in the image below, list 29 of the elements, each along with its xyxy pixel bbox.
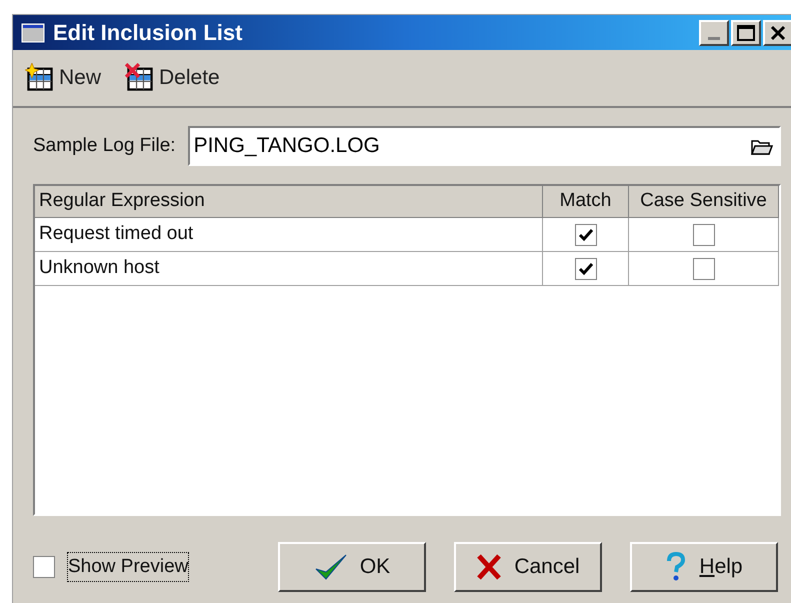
match-checkbox[interactable] <box>574 258 596 280</box>
minimize-button[interactable] <box>699 20 729 46</box>
checkmark-icon <box>314 552 348 582</box>
column-header[interactable]: Case Sensitive <box>629 186 779 217</box>
window-title: Edit Inclusion List <box>53 19 244 47</box>
match-checkbox[interactable] <box>574 224 596 246</box>
cancel-button[interactable]: Cancel <box>454 542 602 592</box>
ok-button[interactable]: OK <box>278 542 426 592</box>
show-preview-label[interactable]: Show Preview <box>67 552 190 582</box>
expression-cell: Unknown host <box>35 252 543 285</box>
delete-button[interactable]: Delete <box>125 62 220 94</box>
close-icon <box>770 24 786 40</box>
cross-icon <box>476 553 502 581</box>
window-icon <box>21 22 45 42</box>
column-header[interactable]: Regular Expression <box>35 186 543 217</box>
column-header[interactable]: Match <box>543 186 629 217</box>
case-sensitive-checkbox[interactable] <box>692 258 714 280</box>
new-table-icon <box>25 63 55 93</box>
expression-cell: Request timed out <box>35 218 543 251</box>
new-button[interactable]: New <box>25 62 102 94</box>
case-sensitive-checkbox[interactable] <box>692 224 714 246</box>
help-button[interactable]: Help <box>630 542 778 592</box>
sample-log-file-label: Sample Log File: <box>33 134 176 158</box>
sample-log-file-field[interactable]: PING_TANGO.LOG <box>188 126 781 166</box>
question-mark-icon <box>665 552 688 582</box>
maximize-button[interactable] <box>731 20 761 46</box>
show-preview-checkbox[interactable] <box>33 556 55 578</box>
delete-table-icon <box>125 63 156 93</box>
close-button[interactable] <box>763 20 791 46</box>
